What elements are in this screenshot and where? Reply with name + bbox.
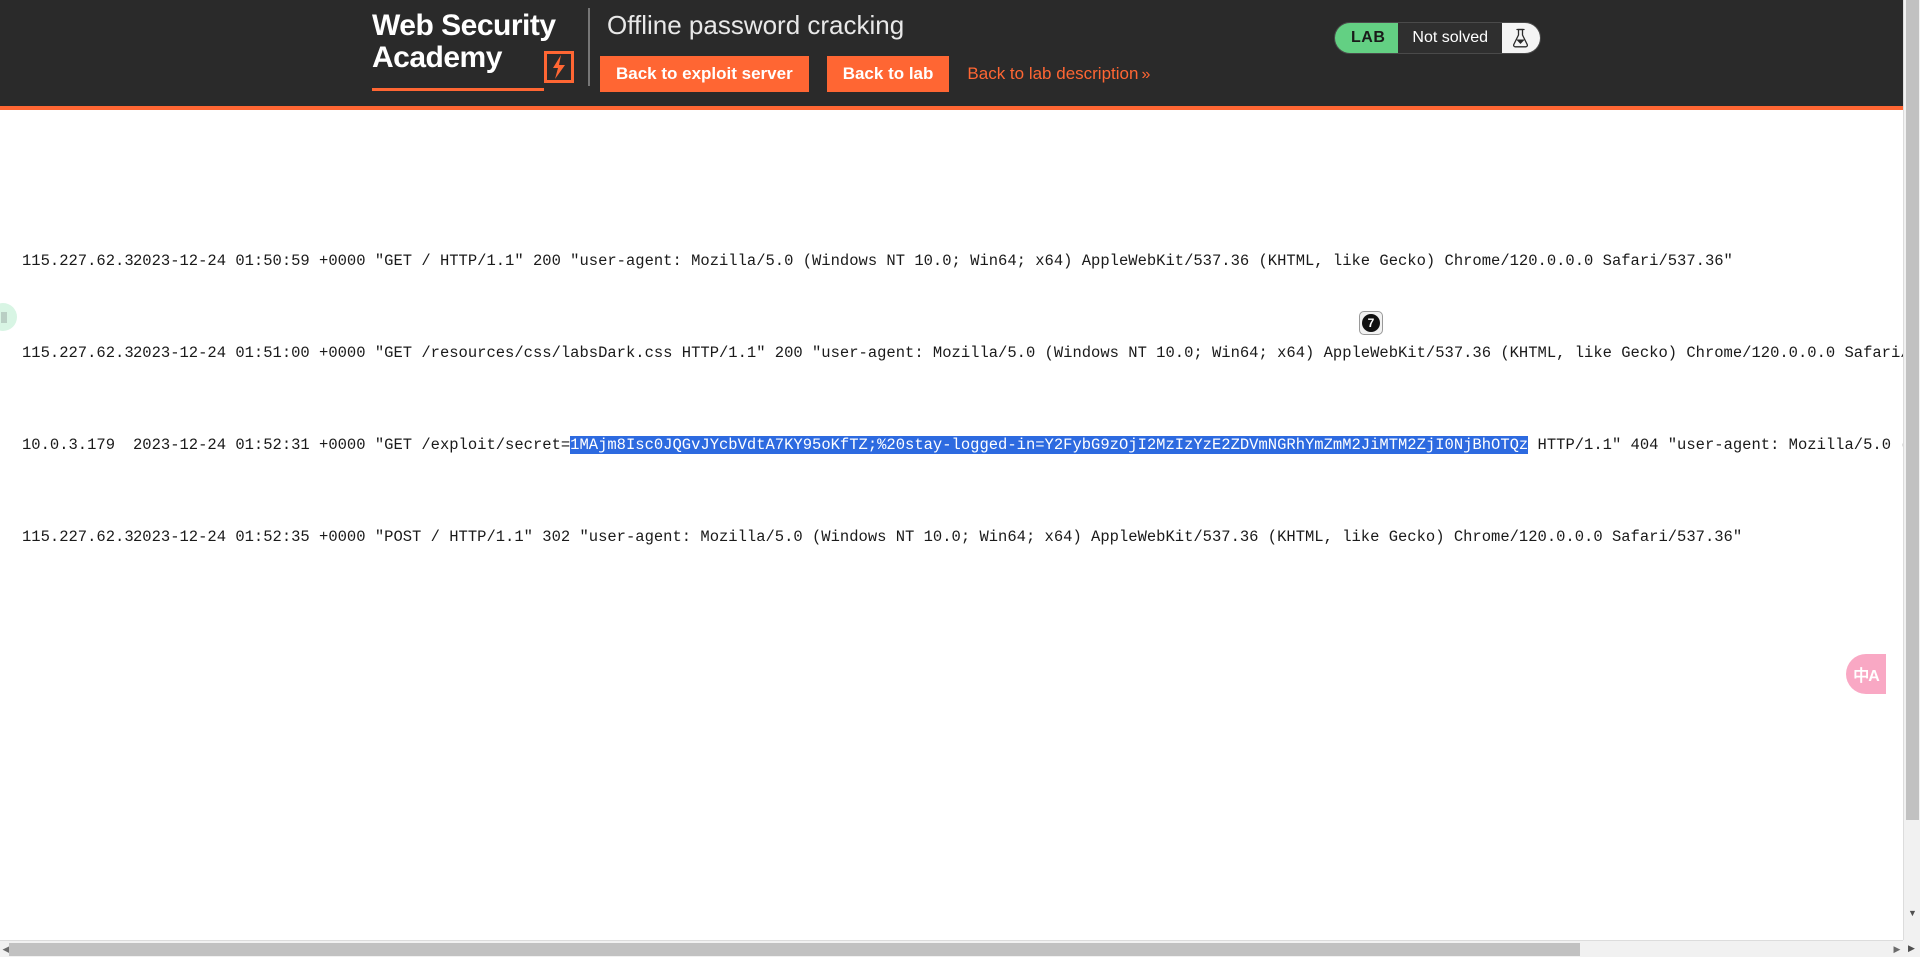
page-title: Offline password cracking xyxy=(607,10,904,41)
scroll-right-arrow-icon[interactable]: ▶ xyxy=(1891,941,1903,958)
log-entry-prefix: 2023-12-24 01:52:31 +0000 "GET /exploit/… xyxy=(133,436,570,454)
selected-secret-token[interactable]: 1MAjm8Isc0JQGvJYcbVdtA7KY95oKfTZ;%20stay… xyxy=(570,436,1528,454)
log-ip: 10.0.3.179 xyxy=(0,434,133,457)
badge-count: 7 xyxy=(1362,314,1380,332)
scrollbar-corner: ▶ xyxy=(1903,940,1920,957)
web-security-academy-logo[interactable]: Web Security Academy xyxy=(372,10,582,88)
lab-badge: LAB xyxy=(1335,23,1398,53)
log-entry-text: 2023-12-24 01:50:59 +0000 "GET / HTTP/1.… xyxy=(133,252,1733,270)
log-ip: 115.227.62.3 xyxy=(0,526,133,549)
lab-description-text: Back to lab description xyxy=(967,64,1138,83)
log-entry-text: 2023-12-24 01:51:00 +0000 "GET /resource… xyxy=(133,344,1903,362)
flask-icon[interactable] xyxy=(1502,23,1540,53)
table-row-selected: 10.0.3.1792023-12-24 01:52:31 +0000 "GET… xyxy=(0,434,1903,457)
log-entry-text: 2023-12-24 01:52:35 +0000 "POST / HTTP/1… xyxy=(133,528,1742,546)
scroll-down-arrow-icon[interactable]: ▼ xyxy=(1904,904,1920,921)
log-ip: 115.227.62.3 xyxy=(0,342,133,365)
site-header: Web Security Academy Offline password cr… xyxy=(0,0,1920,110)
status-badge: Not solved xyxy=(1398,23,1502,53)
vertical-scrollbar[interactable]: ▼ xyxy=(1903,0,1920,957)
table-row: 115.227.62.32023-12-24 01:52:35 +0000 "P… xyxy=(0,526,1903,549)
back-to-lab-description-link[interactable]: Back to lab description» xyxy=(967,64,1150,84)
header-actions: Back to exploit server Back to lab Back … xyxy=(600,56,1150,92)
horizontal-scrollbar[interactable]: ◀ ▶ xyxy=(0,940,1903,957)
vertical-scrollbar-thumb[interactable] xyxy=(1906,0,1919,820)
translate-icon: 中A xyxy=(1853,662,1879,686)
table-row: 115.227.62.32023-12-24 01:51:00 +0000 "G… xyxy=(0,342,1903,365)
brand-underline xyxy=(372,88,544,91)
back-to-exploit-server-button[interactable]: Back to exploit server xyxy=(600,56,809,92)
chevron-right-icon: » xyxy=(1141,66,1150,83)
brand-line-1: Web Security xyxy=(372,10,582,42)
log-entry-suffix: HTTP/1.1" 404 "user-agent: Mozilla/5.0 (… xyxy=(1528,436,1903,454)
log-ip: 115.227.62.3 xyxy=(0,250,133,273)
selection-count-badge[interactable]: 7 xyxy=(1359,311,1383,335)
exploit-server-access-log: 115.227.62.32023-12-24 01:50:59 +0000 "G… xyxy=(0,114,1903,932)
horizontal-scrollbar-thumb[interactable] xyxy=(9,943,1580,956)
lab-status-widget[interactable]: LAB Not solved xyxy=(1334,22,1541,54)
table-row: 115.227.62.32023-12-24 01:50:59 +0000 "G… xyxy=(0,250,1903,273)
translate-widget-button[interactable]: 中A xyxy=(1846,654,1886,694)
burp-lightning-icon xyxy=(544,51,574,83)
back-to-lab-button[interactable]: Back to lab xyxy=(827,56,950,92)
access-log-lines: 115.227.62.32023-12-24 01:50:59 +0000 "G… xyxy=(0,181,1903,618)
header-divider xyxy=(588,8,590,86)
